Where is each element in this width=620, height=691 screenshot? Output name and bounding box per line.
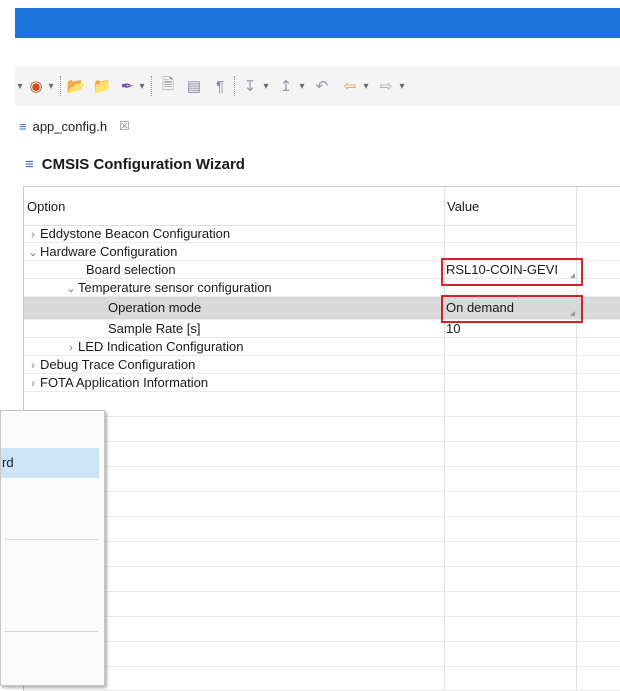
column-header-value[interactable]: Value <box>444 187 575 226</box>
previous-annotation-dropdown-icon[interactable]: ▾ <box>297 76 307 96</box>
row-label: Temperature sensor configuration <box>78 280 272 295</box>
open-folder-icon[interactable]: 📂 <box>65 76 87 96</box>
empty-row <box>24 667 620 691</box>
empty-row <box>24 467 620 492</box>
menu-item-highlighted[interactable]: rd <box>1 448 99 478</box>
table-row[interactable]: › Debug Trace Configuration <box>24 356 620 374</box>
document-icon[interactable]: 🗎 <box>157 76 179 96</box>
row-label: Hardware Configuration <box>40 244 178 259</box>
column-header-option[interactable]: Option <box>24 187 443 226</box>
empty-row <box>24 592 620 617</box>
last-edit-location-icon[interactable]: ↶ <box>311 76 333 96</box>
menu-separator <box>4 539 98 540</box>
editor-tab-bar: ≡ app_config.h ☒ <box>15 110 620 140</box>
toolbar-separator <box>151 76 153 96</box>
collapse-chevron-icon[interactable]: ⌄ <box>64 281 78 298</box>
empty-row <box>24 417 620 442</box>
operation-mode-highlight <box>441 295 583 323</box>
context-menu-popup: rd <box>0 410 105 686</box>
options-table: Option Value › Eddystone Beacon Configura… <box>23 186 620 691</box>
back-arrow-icon[interactable]: ⇦ <box>339 76 361 96</box>
window-titlebar <box>15 8 620 38</box>
previous-annotation-icon[interactable]: ↥ <box>275 76 297 96</box>
expand-chevron-icon[interactable]: › <box>26 227 40 244</box>
empty-row <box>24 392 620 417</box>
row-label: LED Indication Configuration <box>78 339 244 354</box>
dropdown-corner-icon <box>570 311 575 316</box>
empty-row <box>24 642 620 667</box>
empty-row <box>24 542 620 567</box>
panel-title: ≡ CMSIS Configuration Wizard <box>25 152 245 176</box>
toolbar-separator <box>60 76 62 96</box>
next-annotation-dropdown-icon[interactable]: ▾ <box>261 76 271 96</box>
run-icon[interactable]: ◉ <box>27 76 45 96</box>
row-label: FOTA Application Information <box>40 375 209 390</box>
panel-title-text: CMSIS Configuration Wizard <box>41 155 245 173</box>
tab-app-config[interactable]: ≡ app_config.h ☒ <box>19 114 130 138</box>
toolbar: ▾ ◉ ▾ 📂 📁 ✒ ▾ 🗎 ▤ ¶ ↧ ▾ ↥ ▾ ↶ ⇦ ▾ ⇨ ▾ <box>15 66 620 106</box>
forward-dropdown-icon[interactable]: ▾ <box>397 76 407 96</box>
menu-separator <box>4 631 98 632</box>
empty-row <box>24 492 620 517</box>
row-label: Sample Rate [s] <box>108 321 201 336</box>
dropdown-arrow-icon[interactable]: ▾ <box>15 76 25 96</box>
pen-icon[interactable]: ✒ <box>116 76 138 96</box>
row-label: Operation mode <box>108 300 202 315</box>
expand-chevron-icon[interactable]: › <box>64 340 78 357</box>
row-label: Debug Trace Configuration <box>40 357 196 372</box>
list-icon: ≡ <box>19 118 27 134</box>
pen-dropdown-icon[interactable]: ▾ <box>137 76 147 96</box>
back-dropdown-icon[interactable]: ▾ <box>361 76 371 96</box>
empty-row <box>24 567 620 592</box>
collapse-chevron-icon[interactable]: ⌄ <box>26 245 40 262</box>
table-row[interactable]: › FOTA Application Information <box>24 374 620 392</box>
toolbar-separator <box>234 76 236 96</box>
table-row[interactable]: › Eddystone Beacon Configuration <box>24 225 620 243</box>
expand-chevron-icon[interactable]: › <box>26 358 40 375</box>
paragraph-icon[interactable]: ¶ <box>209 76 231 96</box>
close-icon[interactable]: ☒ <box>119 119 130 133</box>
next-annotation-icon[interactable]: ↧ <box>239 76 261 96</box>
folder-icon[interactable]: 📁 <box>91 76 113 96</box>
board-selection-highlight <box>441 258 583 286</box>
expand-chevron-icon[interactable]: › <box>26 376 40 393</box>
empty-row <box>24 517 620 542</box>
block-icon[interactable]: ▤ <box>183 76 205 96</box>
dropdown-corner-icon <box>570 273 575 278</box>
cmsis-wizard-panel: ≡ CMSIS Configuration Wizard Option Valu… <box>15 146 620 691</box>
run-dropdown-icon[interactable]: ▾ <box>46 76 56 96</box>
forward-arrow-icon[interactable]: ⇨ <box>375 76 397 96</box>
row-label: Eddystone Beacon Configuration <box>40 226 231 241</box>
list-icon: ≡ <box>25 155 34 173</box>
row-label: Board selection <box>86 262 176 277</box>
table-row[interactable]: › LED Indication Configuration <box>24 338 620 356</box>
tab-label: app_config.h <box>32 118 108 134</box>
empty-row <box>24 617 620 642</box>
empty-row <box>24 442 620 467</box>
